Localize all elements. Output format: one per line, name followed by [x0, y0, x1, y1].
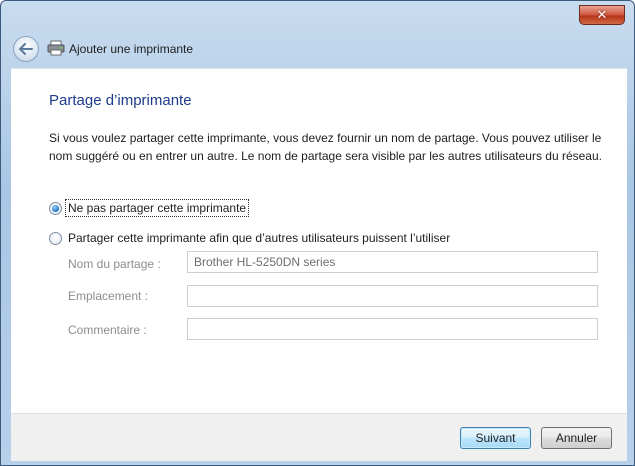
page-description: Si vous voulez partager cette imprimante… — [49, 131, 602, 163]
window-title: Ajouter une imprimante — [69, 42, 194, 56]
next-button[interactable]: Suivant — [460, 427, 531, 449]
cancel-button[interactable]: Annuler — [541, 427, 612, 449]
wizard-content: Partage d’imprimante Si vous voulez part… — [11, 68, 627, 413]
wizard-header: Ajouter une imprimante — [7, 31, 628, 67]
back-arrow-icon — [19, 43, 33, 55]
radio-button-share[interactable] — [49, 231, 62, 245]
page-title: Partage d’imprimante — [49, 92, 192, 109]
dialog-window: ✕ Ajouter une imprimante Partage d’impri… — [0, 0, 635, 466]
comment-label: Commentaire : — [68, 323, 147, 337]
radio-option-no-share[interactable]: Ne pas partager cette imprimante — [49, 199, 250, 217]
location-input[interactable] — [187, 285, 598, 307]
share-name-label: Nom du partage : — [68, 257, 161, 271]
radio-option-share[interactable]: Partager cette imprimante afin que d’aut… — [49, 230, 452, 246]
close-button[interactable]: ✕ — [579, 5, 625, 25]
radio-button-no-share[interactable] — [49, 201, 62, 215]
close-icon: ✕ — [596, 7, 608, 23]
radio-label-no-share[interactable]: Ne pas partager cette imprimante — [64, 199, 250, 217]
location-label: Emplacement : — [68, 289, 149, 303]
wizard-footer: Suivant Annuler — [11, 413, 627, 461]
radio-label-share[interactable]: Partager cette imprimante afin que d’aut… — [66, 230, 452, 246]
share-name-input[interactable] — [187, 251, 598, 273]
back-button[interactable] — [13, 36, 39, 62]
radio-selected-dot — [52, 204, 59, 212]
printer-icon — [47, 40, 65, 56]
comment-input[interactable] — [187, 318, 598, 340]
